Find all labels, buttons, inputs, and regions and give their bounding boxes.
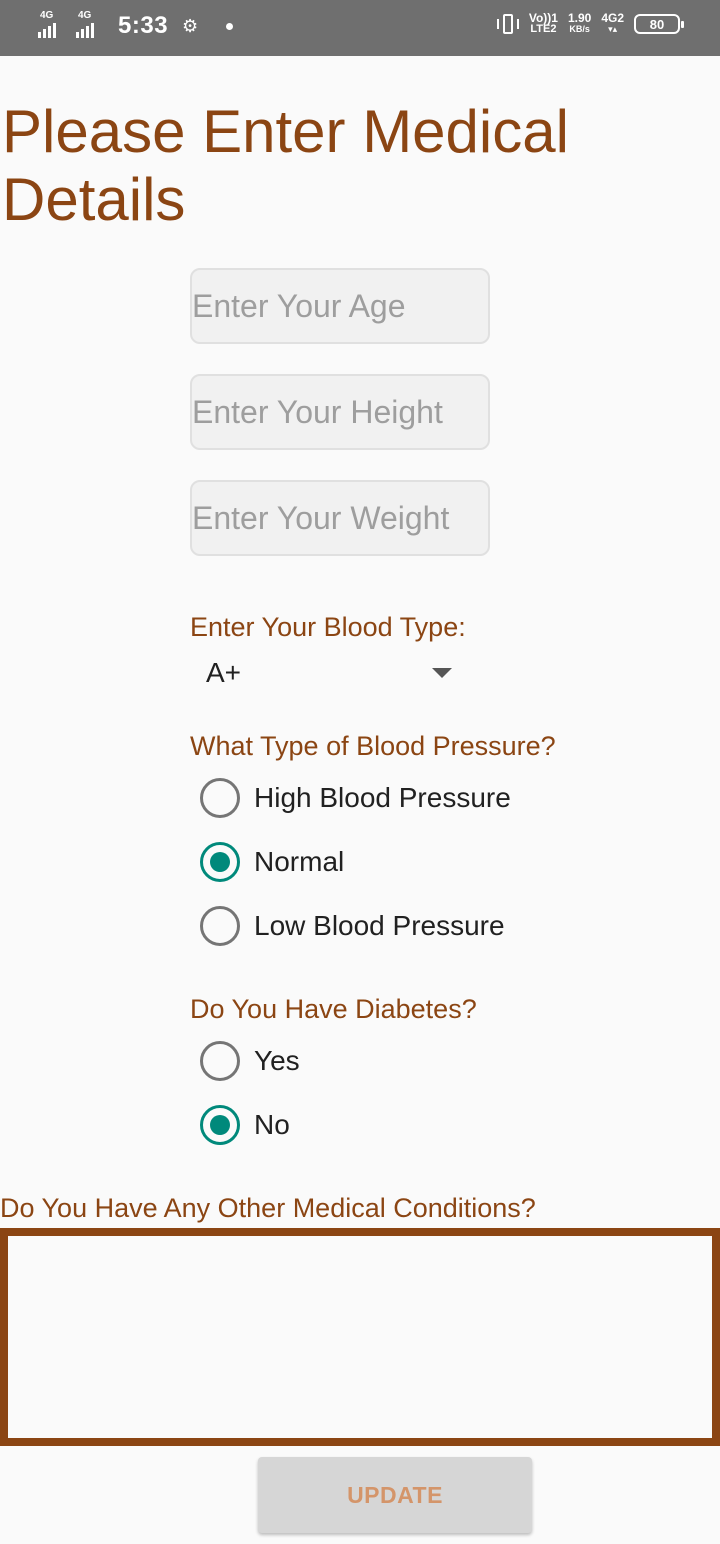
- radio-button-checked[interactable]: [200, 1105, 240, 1145]
- data-network-label: 4G2: [601, 11, 624, 25]
- radio-diabetes-no[interactable]: No: [200, 1100, 290, 1150]
- more-notifications-dot-icon: [226, 22, 234, 30]
- radio-label: Yes: [254, 1045, 300, 1076]
- network-speed: 1.90 KB/s: [567, 11, 592, 35]
- dropdown-arrow-icon: [432, 668, 452, 678]
- status-bar-right: Vo))1 LTE2 1.90 KB/s 4G2 ▾▴ 80: [496, 11, 684, 36]
- radio-high-blood-pressure[interactable]: High Blood Pressure: [200, 773, 511, 823]
- notification-icon: ⚙: [182, 15, 199, 36]
- volte-indicator: Vo))1 LTE2: [529, 12, 558, 35]
- radio-low-blood-pressure[interactable]: Low Blood Pressure: [200, 901, 505, 951]
- vibrate-icon: [496, 12, 519, 36]
- blood-type-label: Enter Your Blood Type:: [190, 612, 466, 642]
- radio-normal[interactable]: Normal: [200, 837, 344, 887]
- network-type-label: 4G: [40, 10, 54, 21]
- radio-diabetes-yes[interactable]: Yes: [200, 1036, 300, 1086]
- network-type-label: 4G: [78, 10, 92, 21]
- radio-button[interactable]: [200, 1041, 240, 1081]
- other-conditions-textarea[interactable]: [0, 1228, 720, 1446]
- radio-label: Normal: [254, 846, 345, 877]
- network-speed-value: 1.90: [567, 11, 592, 25]
- update-button[interactable]: UPDATE: [258, 1457, 532, 1533]
- blood-type-dropdown[interactable]: A+: [190, 648, 470, 698]
- other-conditions-label: Do You Have Any Other Medical Conditions…: [0, 1193, 536, 1223]
- status-time: 5:33: [118, 12, 169, 39]
- volte-bottom-label: LTE2: [530, 23, 557, 35]
- weight-input[interactable]: [190, 480, 490, 556]
- radio-label: High Blood Pressure: [254, 782, 511, 813]
- diabetes-label: Do You Have Diabetes?: [190, 994, 477, 1024]
- radio-label: No: [254, 1109, 290, 1140]
- data-activity-arrows-icon: ▾▴: [608, 24, 618, 34]
- status-bar-left: 4G 4G 5:33 ⚙: [38, 10, 234, 40]
- radio-button-checked[interactable]: [200, 842, 240, 882]
- data-network-icon: 4G2 ▾▴: [601, 11, 624, 35]
- network-speed-unit: KB/s: [569, 24, 590, 34]
- status-bar: 4G 4G 5:33 ⚙ Vo))1 LTE2 1.90 KB/s 4G2 ▾▴…: [0, 0, 720, 56]
- height-input[interactable]: [190, 374, 490, 450]
- radio-label: Low Blood Pressure: [254, 910, 505, 941]
- page-title: Please Enter Medical Details: [2, 98, 569, 233]
- battery-level: 80: [649, 16, 665, 32]
- blood-type-selected: A+: [206, 657, 242, 688]
- signal-icon-sim2: 4G: [76, 10, 110, 40]
- signal-icon-sim1: 4G: [38, 10, 72, 40]
- age-input[interactable]: [190, 268, 490, 344]
- radio-button[interactable]: [200, 906, 240, 946]
- radio-button[interactable]: [200, 778, 240, 818]
- battery-icon: 80: [634, 14, 684, 34]
- blood-pressure-label: What Type of Blood Pressure?: [190, 731, 556, 761]
